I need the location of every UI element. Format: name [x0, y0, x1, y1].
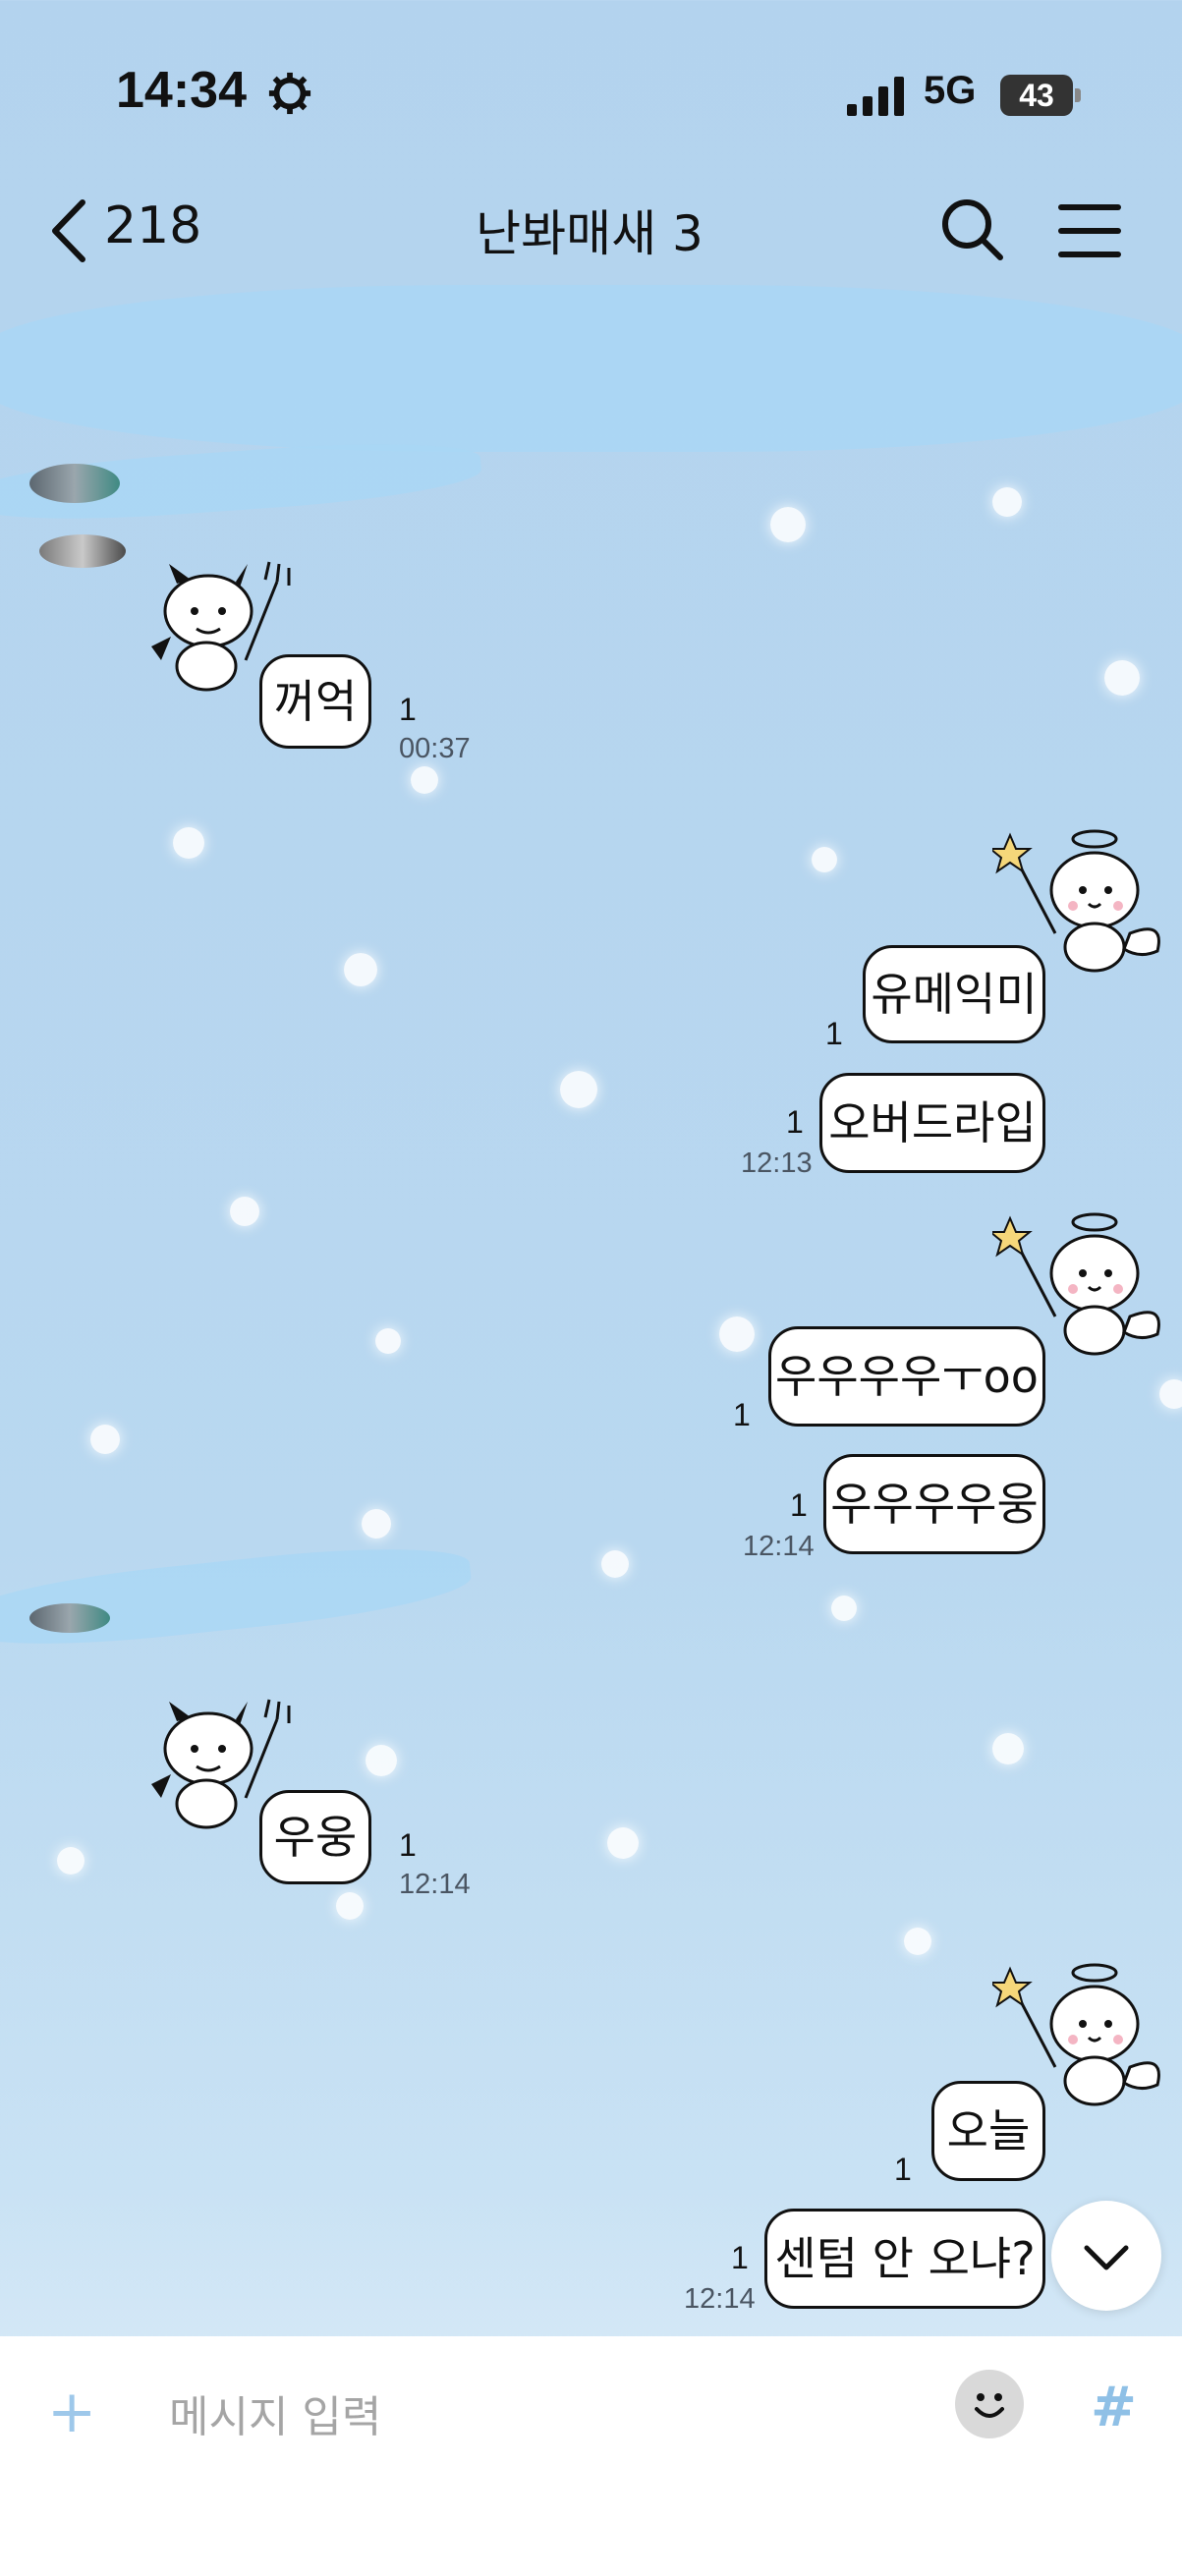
message-time: 12:14	[399, 1869, 471, 1900]
message-bubble[interactable]: 우웅	[259, 1790, 371, 1884]
menu-icon[interactable]	[1057, 201, 1122, 260]
snow-dot	[411, 766, 438, 794]
battery-cap	[1075, 88, 1081, 102]
snow-dot	[992, 487, 1022, 517]
background-streak	[0, 1536, 475, 1657]
snow-dot	[607, 1827, 639, 1859]
unread-count: 1	[786, 1104, 804, 1140]
chevron-left-icon[interactable]	[47, 196, 90, 265]
snow-dot	[366, 1745, 397, 1776]
snow-dot	[601, 1550, 629, 1578]
unread-count: 1	[731, 2240, 749, 2275]
status-time: 14:34	[116, 62, 247, 119]
back-count[interactable]: 218	[104, 196, 201, 255]
message-bubble[interactable]: 우우우우웅	[823, 1454, 1045, 1554]
snow-dot	[904, 1928, 931, 1955]
message-bubble[interactable]: 유메익미	[863, 945, 1045, 1043]
snow-dot	[831, 1596, 857, 1621]
avatar[interactable]	[39, 534, 126, 568]
snow-dot	[57, 1847, 84, 1875]
message-bubble[interactable]: 오버드라입	[819, 1073, 1045, 1173]
snow-dot	[770, 507, 806, 542]
unread-count: 1	[733, 1397, 751, 1432]
unread-count: 1	[399, 1827, 417, 1863]
snow-dot	[173, 827, 204, 859]
background-streak	[0, 285, 1182, 452]
snow-dot	[90, 1425, 120, 1454]
scroll-down-button[interactable]	[1051, 2201, 1161, 2311]
unread-count: 1	[399, 692, 417, 727]
message-input[interactable]: 메시지 입력	[169, 2381, 381, 2444]
unread-count: 1	[790, 1487, 808, 1523]
message-time: 12:13	[741, 1148, 813, 1179]
snow-dot	[719, 1316, 755, 1352]
unread-count: 1	[894, 2152, 912, 2187]
snow-dot	[344, 953, 377, 986]
snow-dot	[1159, 1379, 1182, 1409]
message-bubble[interactable]: 센텀 안 오냐?	[764, 2209, 1045, 2309]
battery-icon: 43	[1000, 75, 1073, 116]
avatar[interactable]	[29, 1603, 110, 1633]
message-bubble[interactable]: 우우우우ㅜoo	[768, 1326, 1045, 1427]
snow-dot	[992, 1733, 1024, 1764]
chat-title: 난봐매새 3	[476, 205, 704, 262]
snow-dot	[362, 1509, 391, 1539]
snow-dot	[336, 1892, 364, 1920]
signal-icon	[847, 77, 904, 116]
network-label: 5G	[924, 69, 977, 112]
unread-count: 1	[825, 1016, 843, 1051]
chevron-down-icon	[1084, 2245, 1129, 2270]
message-time: 12:14	[684, 2283, 756, 2315]
avatar[interactable]	[29, 464, 120, 503]
plus-icon[interactable]: +	[47, 2378, 96, 2446]
message-time: 00:37	[399, 733, 471, 764]
snow-dot	[375, 1328, 401, 1354]
hashtag-icon[interactable]: #	[1091, 2376, 1137, 2439]
emoji-icon[interactable]	[955, 2370, 1024, 2438]
search-icon[interactable]	[937, 195, 1006, 263]
gear-icon	[268, 72, 311, 115]
smile-icon	[975, 2393, 1004, 2418]
message-bubble[interactable]: 꺼억	[259, 654, 371, 749]
snow-dot	[560, 1071, 597, 1108]
snow-dot	[812, 847, 837, 872]
message-time: 12:14	[743, 1531, 815, 1562]
snow-dot	[230, 1197, 259, 1226]
message-bubble[interactable]: 오늘	[931, 2081, 1045, 2181]
snow-dot	[1104, 660, 1140, 696]
